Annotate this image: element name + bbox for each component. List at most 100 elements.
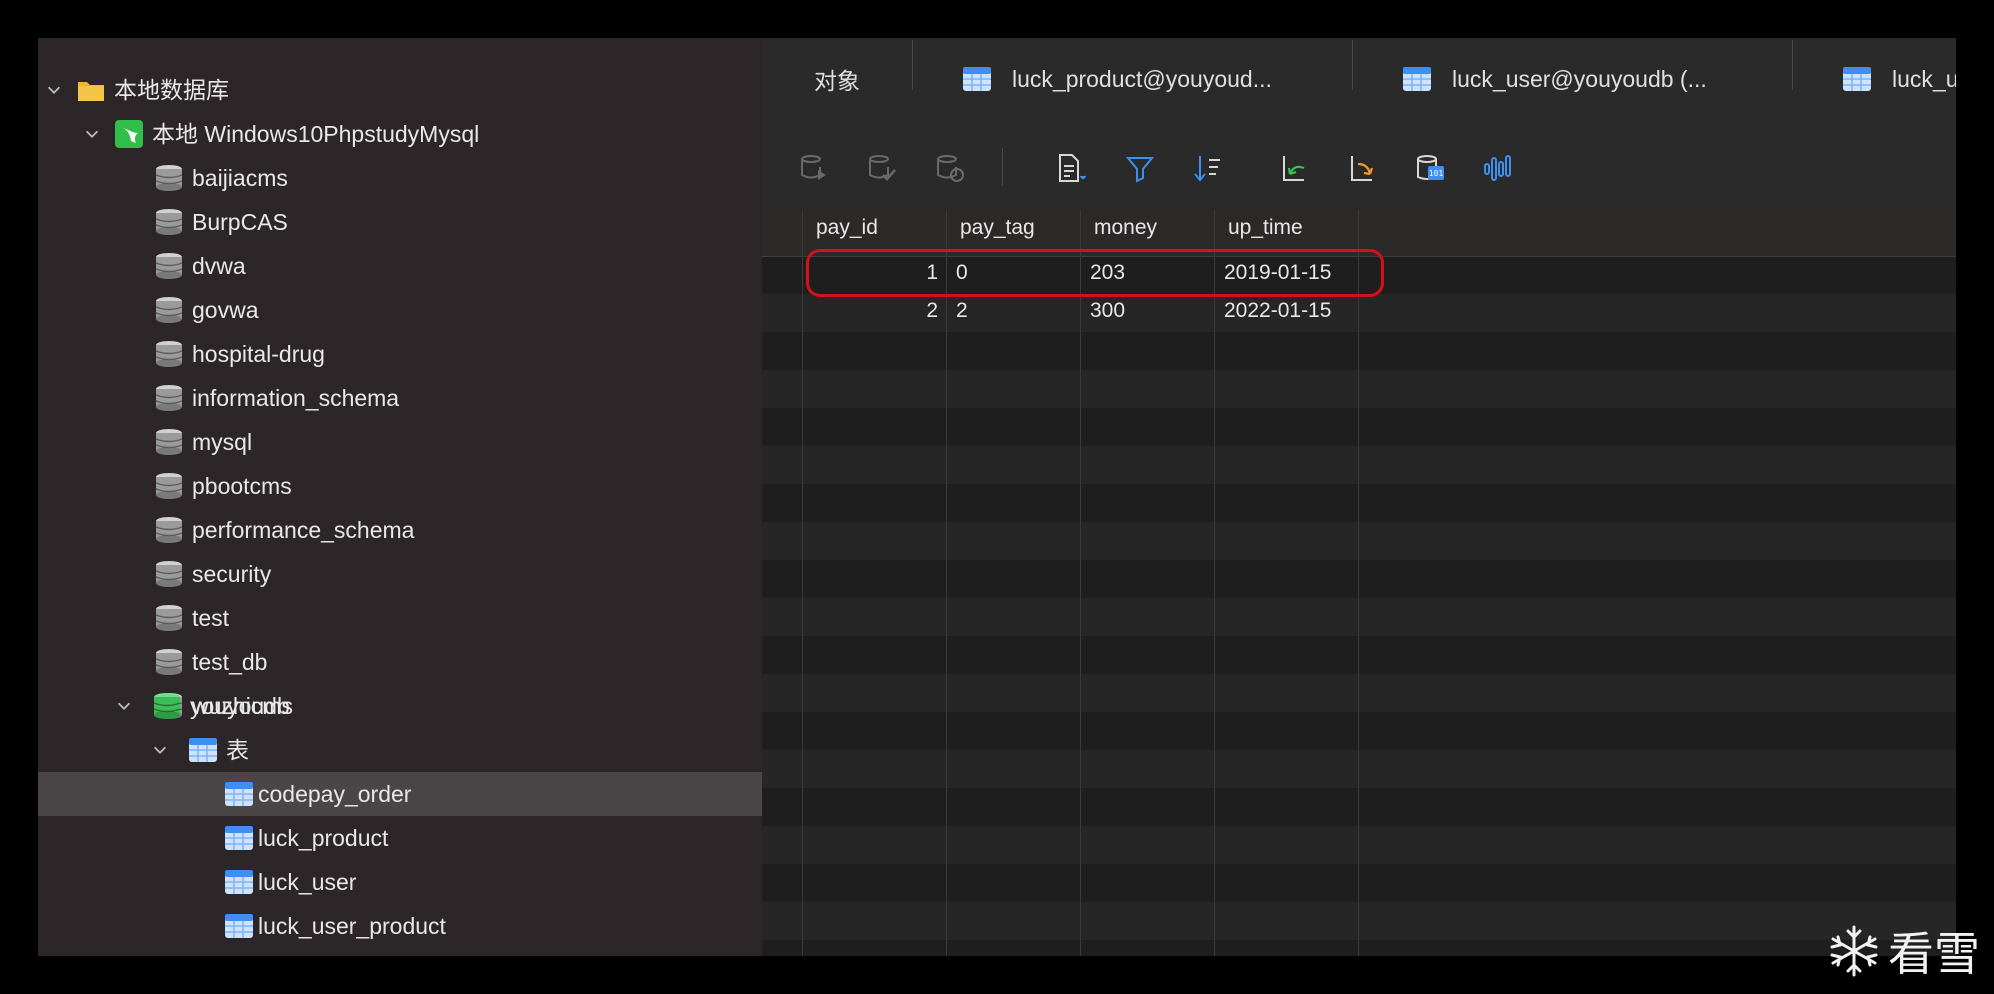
red-highlight-annotation bbox=[806, 249, 1384, 297]
chevron-down-icon[interactable] bbox=[82, 124, 102, 144]
grid-stripe bbox=[762, 560, 1956, 598]
chart-icon[interactable] bbox=[1480, 150, 1516, 186]
grid-stripe bbox=[762, 484, 1956, 522]
column-header-up-time[interactable]: up_time bbox=[1214, 200, 1356, 256]
table-icon bbox=[224, 779, 254, 809]
table-row[interactable]: 2 2 300 2022-01-15 bbox=[762, 292, 1956, 330]
database-icon bbox=[154, 427, 184, 457]
toolbar: 101 bbox=[762, 120, 1956, 200]
column-header-pay-tag[interactable]: pay_tag bbox=[946, 200, 1080, 256]
document-menu-icon[interactable] bbox=[1052, 150, 1088, 186]
table-icon bbox=[224, 867, 254, 897]
tab-divider bbox=[1792, 40, 1793, 90]
tree-database-item[interactable]: baijiacms bbox=[38, 156, 762, 200]
cell-pay-tag[interactable]: 2 bbox=[946, 292, 1080, 330]
tree-table-item[interactable]: codepay_order bbox=[38, 772, 762, 816]
chevron-down-icon[interactable] bbox=[114, 696, 134, 716]
root-label: 本地数据库 bbox=[114, 77, 229, 103]
sort-icon[interactable] bbox=[1190, 150, 1226, 186]
mysql-connection-icon bbox=[114, 119, 144, 149]
database-label: test bbox=[192, 605, 230, 631]
chevron-down-icon[interactable] bbox=[44, 80, 64, 100]
binary-data-icon[interactable]: 101 bbox=[1412, 150, 1448, 186]
cell-money[interactable]: 300 bbox=[1080, 292, 1214, 330]
tab-luck-product[interactable]: luck_product@youyoud... bbox=[962, 38, 1272, 120]
tree-database-item[interactable]: hospital-drug bbox=[38, 332, 762, 376]
grid-stripe bbox=[762, 902, 1956, 940]
filter-icon[interactable] bbox=[1122, 150, 1158, 186]
export-icon[interactable] bbox=[1344, 150, 1380, 186]
import-icon[interactable] bbox=[1276, 150, 1312, 186]
table-icon bbox=[1842, 64, 1872, 94]
grid-stripe bbox=[762, 332, 1956, 370]
database-open-icon bbox=[152, 691, 182, 721]
tree-root-local-databases[interactable]: 本地数据库 bbox=[38, 68, 762, 112]
tab-luck-user-product[interactable]: luck_u bbox=[1842, 38, 1956, 120]
grid-stripe bbox=[762, 636, 1956, 674]
tree-connection[interactable]: 本地 Windows10PhpstudyMysql bbox=[38, 112, 762, 156]
tab-label: 对象 bbox=[814, 68, 860, 94]
database-label: BurpCAS bbox=[192, 209, 288, 235]
tree-database-item[interactable]: dvwa bbox=[38, 244, 762, 288]
tree-database-item[interactable]: performance_schema bbox=[38, 508, 762, 552]
database-label: govwa bbox=[192, 297, 259, 323]
database-icon bbox=[154, 647, 184, 677]
watermark: 看雪 bbox=[1826, 916, 1980, 986]
db-refresh-icon[interactable] bbox=[932, 150, 968, 186]
cell-pay-id[interactable]: 2 bbox=[802, 292, 946, 330]
database-icon bbox=[154, 383, 184, 413]
database-label: hospital-drug bbox=[192, 341, 325, 367]
grid-stripe bbox=[762, 712, 1956, 750]
folder-icon bbox=[76, 75, 106, 105]
table-icon bbox=[1402, 64, 1432, 94]
database-icon bbox=[154, 339, 184, 369]
database-label: test_db bbox=[192, 649, 268, 675]
tree-database-item[interactable]: BurpCAS bbox=[38, 200, 762, 244]
database-icon bbox=[154, 559, 184, 589]
toolbar-divider bbox=[1002, 148, 1003, 186]
tree-database-youyoudb[interactable]: youyoudb bbox=[38, 684, 762, 728]
column-header-money[interactable]: money bbox=[1080, 200, 1214, 256]
grid-stripe bbox=[762, 788, 1956, 826]
grid-stripe bbox=[762, 826, 1956, 864]
tab-label: luck_user@youyoudb (... bbox=[1452, 65, 1707, 92]
snowflake-icon bbox=[1830, 925, 1878, 977]
table-label: codepay_order bbox=[258, 781, 412, 807]
table-icon bbox=[962, 64, 992, 94]
tree-database-item[interactable]: govwa bbox=[38, 288, 762, 332]
db-check-icon[interactable] bbox=[864, 150, 900, 186]
database-icon bbox=[154, 207, 184, 237]
watermark-text: 看雪 bbox=[1888, 927, 1980, 981]
grid-stripe bbox=[762, 674, 1956, 712]
tree-database-item[interactable]: pbootcms bbox=[38, 464, 762, 508]
tree-table-item[interactable]: luck_user bbox=[38, 860, 762, 904]
tab-objects[interactable]: 对象 bbox=[814, 38, 860, 120]
tab-label: luck_u bbox=[1892, 65, 1956, 92]
grid-stripe bbox=[762, 864, 1956, 902]
tree-database-item[interactable]: test bbox=[38, 596, 762, 640]
tree-database-item[interactable]: security bbox=[38, 552, 762, 596]
grid-stripe bbox=[762, 598, 1956, 636]
db-run-icon[interactable] bbox=[796, 150, 832, 186]
database-label: baijiacms bbox=[192, 165, 288, 191]
column-header-pay-id[interactable]: pay_id bbox=[802, 200, 946, 256]
navigation-sidebar: 本地数据库 本地 Windows10PhpstudyMysql baijiacm… bbox=[38, 38, 762, 956]
tree-table-item[interactable]: luck_product bbox=[38, 816, 762, 860]
tree-database-item[interactable]: mysql bbox=[38, 420, 762, 464]
main-panel: 对象 luck_product@youyoud... luck_user@you… bbox=[762, 38, 1956, 956]
chevron-down-icon[interactable] bbox=[150, 740, 170, 760]
grid-stripe bbox=[762, 408, 1956, 446]
database-label: mysql bbox=[192, 429, 253, 455]
tree-tables-group[interactable]: 表 bbox=[38, 728, 762, 772]
tab-luck-user[interactable]: luck_user@youyoudb (... bbox=[1402, 38, 1707, 120]
database-label: youyoudb bbox=[190, 693, 290, 719]
grid-stripe bbox=[762, 940, 1956, 956]
tree-database-item[interactable]: test_db bbox=[38, 640, 762, 684]
table-icon bbox=[224, 911, 254, 941]
tree-database-item[interactable]: information_schema bbox=[38, 376, 762, 420]
table-label: luck_user_product bbox=[258, 913, 446, 939]
grid-stripe bbox=[762, 522, 1956, 560]
database-label: information_schema bbox=[192, 385, 400, 411]
cell-up-time[interactable]: 2022-01-15 bbox=[1214, 292, 1356, 330]
tree-table-item[interactable]: luck_user_product bbox=[38, 904, 762, 948]
